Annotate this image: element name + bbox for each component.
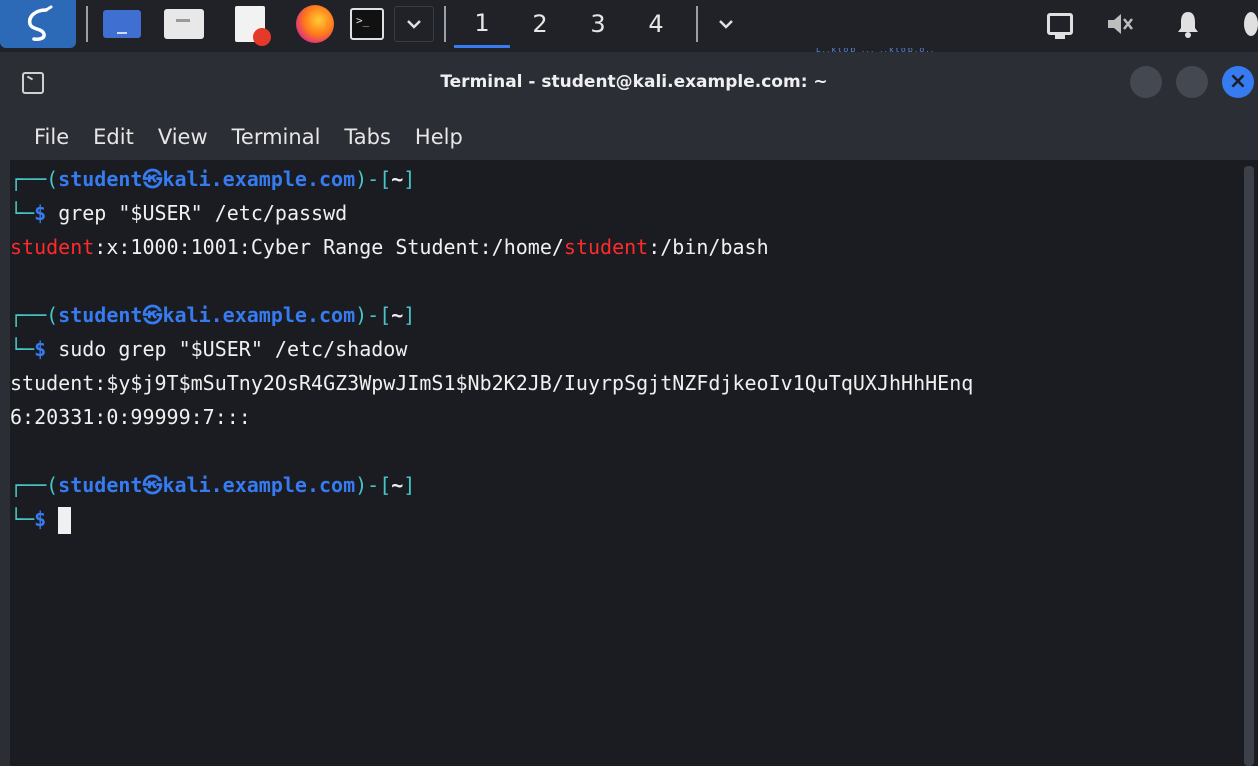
menu-edit[interactable]: Edit	[93, 125, 134, 149]
workspace-3[interactable]: 3	[570, 0, 626, 48]
kali-menu-button[interactable]	[0, 0, 76, 48]
prompt-dir: ~	[391, 167, 404, 191]
prompt-line: ┌──(student㉿kali.example.com)-[~]	[10, 473, 416, 497]
volume-muted-icon[interactable]	[1100, 0, 1140, 48]
terminal-launcher-icon[interactable]: >_	[348, 0, 386, 48]
panel-separator	[86, 6, 88, 42]
output-text: :x:1000:1001:Cyber Range Student:/home/	[94, 235, 564, 259]
terminal-window: Terminal - student@kali.example.com: ~ ×…	[10, 52, 1258, 766]
menu-file[interactable]: File	[34, 125, 69, 149]
power-icon[interactable]	[1236, 0, 1258, 48]
workspace-2[interactable]: 2	[512, 0, 568, 48]
close-button[interactable]: ×	[1222, 66, 1254, 98]
notifications-bell-icon[interactable]	[1170, 0, 1206, 48]
window-list-chevron-icon[interactable]	[706, 0, 746, 48]
menu-tabs[interactable]: Tabs	[344, 125, 391, 149]
show-desktop-icon[interactable]	[98, 0, 146, 48]
text-cursor	[58, 507, 72, 534]
prompt-user: student	[58, 473, 143, 497]
text-editor-icon[interactable]	[226, 0, 274, 48]
terminal-dropdown-chevron-icon[interactable]	[394, 6, 434, 42]
panel-separator	[444, 6, 446, 42]
menu-view[interactable]: View	[158, 125, 208, 149]
top-panel: >_ 1 2 3 4 L..ktop ... ..ktop.o..	[0, 0, 1258, 52]
prompt-user: student	[58, 167, 143, 191]
minimize-button[interactable]	[1130, 66, 1162, 98]
prompt-host: kali.example.com	[162, 473, 356, 497]
window-titlebar[interactable]: Terminal - student@kali.example.com: ~ ×	[10, 52, 1258, 114]
grep-match: student	[563, 235, 649, 259]
command-line: └─$ sudo grep "$USER" /etc/shadow	[10, 337, 408, 361]
output-line: student:x:1000:1001:Cyber Range Student:…	[10, 232, 769, 262]
menu-bar: File Edit View Terminal Tabs Help	[10, 114, 1258, 160]
output-line: student:$y$j9T$mSuTny2OsR4GZ3WpwJImS1$Nb…	[10, 371, 974, 395]
terminal-scrollbar[interactable]	[1240, 160, 1258, 766]
prompt-host: kali.example.com	[162, 167, 356, 191]
workspace-4[interactable]: 4	[628, 0, 684, 48]
scrollbar-thumb[interactable]	[1244, 166, 1254, 766]
kali-dragon-icon	[27, 5, 53, 41]
window-title: Terminal - student@kali.example.com: ~	[440, 72, 828, 92]
network-icon[interactable]	[1042, 0, 1078, 48]
prompt-user: student	[58, 303, 143, 327]
grep-match: student	[10, 235, 95, 259]
terminal-output[interactable]: ┌──(student㉿kali.example.com)-[~] └─$ gr…	[10, 160, 1240, 766]
prompt-dir: ~	[391, 473, 404, 497]
maximize-button[interactable]	[1176, 66, 1208, 98]
panel-separator	[696, 6, 698, 42]
workspace-1[interactable]: 1	[454, 0, 510, 48]
menu-terminal[interactable]: Terminal	[232, 125, 321, 149]
prompt-line: ┌──(student㉿kali.example.com)-[~]	[10, 167, 416, 191]
command-text: sudo grep "$USER" /etc/shadow	[58, 337, 408, 361]
command-line: └─$	[10, 504, 72, 534]
menu-help[interactable]: Help	[415, 125, 463, 149]
prompt-host: kali.example.com	[162, 303, 356, 327]
output-text: :/bin/bash	[648, 235, 769, 259]
prompt-dir: ~	[391, 303, 404, 327]
firefox-icon[interactable]	[290, 0, 340, 48]
file-manager-icon[interactable]	[160, 0, 208, 48]
command-text: grep "$USER" /etc/passwd	[58, 201, 348, 225]
prompt-line: ┌──(student㉿kali.example.com)-[~]	[10, 303, 416, 327]
output-line: 6:20331:0:99999:7:::	[10, 405, 251, 429]
command-line: └─$ grep "$USER" /etc/passwd	[10, 201, 348, 225]
